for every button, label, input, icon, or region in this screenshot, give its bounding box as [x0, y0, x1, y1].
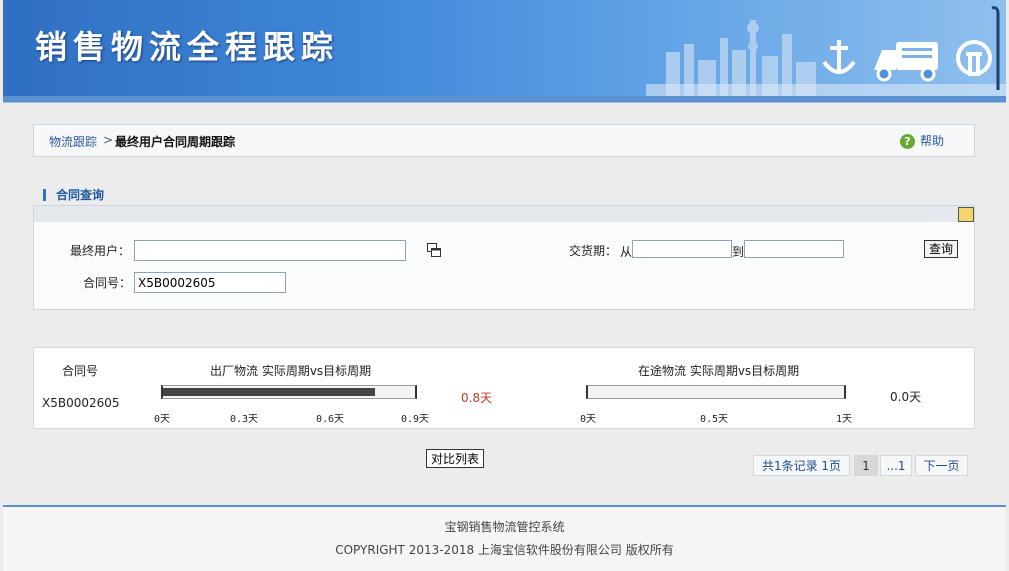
to-label: 到 — [732, 245, 745, 259]
transit-days: 0.0天 — [890, 390, 922, 404]
panel-header — [33, 205, 975, 223]
factory-progress-track — [161, 385, 417, 399]
factory-progress-fill — [163, 388, 375, 396]
help-label: 帮助 — [919, 134, 944, 148]
skyline-graphic — [646, 6, 1006, 96]
footer: 宝钢销售物流管控系统 COPYRIGHT 2013-2018 上海宝信软件股份有… — [3, 505, 1006, 571]
page-last[interactable]: ...1 — [880, 455, 912, 476]
section-title: 合同查询 — [43, 189, 104, 201]
rail-icon — [956, 40, 992, 76]
picker-icon[interactable] — [427, 243, 441, 257]
pagination-summary: 共1条记录 1页 — [753, 455, 850, 476]
contract-label: 合同号： — [83, 276, 132, 290]
delivery-to-input[interactable] — [744, 240, 844, 258]
col-header-contract: 合同号 — [62, 364, 99, 378]
end-user-input[interactable] — [134, 240, 406, 261]
breadcrumb: 物流跟踪 > 最终用户合同周期跟踪 ? 帮助 — [33, 124, 975, 157]
anchor-icon — [822, 40, 856, 74]
factory-tick: 0.3天 — [230, 414, 259, 425]
breadcrumb-current: 最终用户合同周期跟踪 — [115, 135, 236, 149]
row-contract[interactable]: X5B0002605 — [42, 396, 120, 410]
col-header-transit: 在途物流 实际周期vs目标周期 — [638, 364, 800, 378]
transit-tick: 0.5天 — [700, 414, 729, 425]
compare-list-button[interactable]: 对比列表 — [426, 449, 485, 468]
from-label: 从 — [620, 245, 633, 259]
help-icon: ? — [899, 134, 915, 149]
col-header-factory: 出厂物流 实际周期vs目标周期 — [210, 364, 372, 378]
factory-tick: 0.9天 — [401, 414, 430, 425]
factory-tick: 0.6天 — [316, 414, 345, 425]
transit-progress-track — [586, 385, 846, 399]
contract-input[interactable] — [134, 272, 286, 293]
next-page-button[interactable]: 下一页 — [915, 455, 968, 476]
breadcrumb-separator: > — [103, 133, 114, 147]
edit-icon[interactable] — [958, 207, 974, 222]
footer-system-name: 宝钢销售物流管控系统 — [444, 520, 565, 534]
transit-tick: 1天 — [836, 414, 853, 425]
footer-copyright: COPYRIGHT 2013-2018 上海宝信软件股份有限公司 版权所有 — [335, 543, 674, 557]
help-link[interactable]: ? 帮助 — [899, 132, 944, 149]
transit-tick: 0天 — [580, 414, 597, 425]
truck-icon — [874, 42, 938, 82]
factory-days: 0.8天 — [461, 391, 493, 405]
results-table: 合同号 出厂物流 实际周期vs目标周期 在途物流 实际周期vs目标周期 X5B0… — [33, 347, 975, 429]
header-divider — [3, 96, 1006, 103]
page-current[interactable]: 1 — [854, 455, 878, 476]
delivery-from-input[interactable] — [632, 240, 732, 258]
factory-tick: 0天 — [154, 414, 171, 425]
query-form: 最终用户： 交货期： 从 到 查询 合同号： — [33, 222, 975, 310]
query-button[interactable]: 查询 — [924, 240, 959, 258]
header-banner: 销售物流全程跟踪 — [3, 0, 1006, 96]
breadcrumb-link[interactable]: 物流跟踪 — [49, 133, 97, 150]
delivery-label: 交货期： — [569, 244, 618, 258]
end-user-label: 最终用户： — [70, 244, 131, 258]
app-title: 销售物流全程跟踪 — [35, 28, 340, 66]
